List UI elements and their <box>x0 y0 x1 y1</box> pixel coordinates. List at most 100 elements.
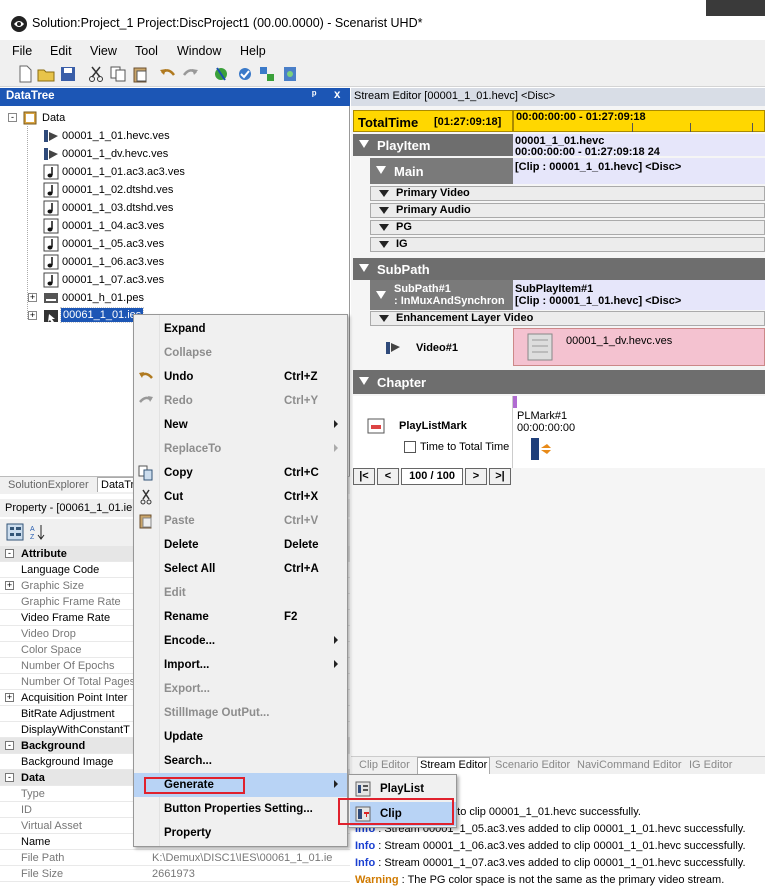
collapse-arrow-icon[interactable] <box>359 140 369 148</box>
tab-navicommand-editor[interactable]: NaviCommand Editor <box>577 759 682 771</box>
track-row[interactable]: Primary Video <box>370 186 765 201</box>
tree-item[interactable]: 00001_1_05.ac3.ves <box>43 235 203 253</box>
expand-icon[interactable]: + <box>28 311 37 320</box>
menu-tool[interactable]: Tool <box>135 44 158 58</box>
collapse-arrow-icon[interactable] <box>379 315 389 322</box>
submenu-item-playlist[interactable]: PlayList <box>350 777 456 801</box>
tree-item[interactable]: 00001_1_07.ac3.ves <box>43 271 203 289</box>
menu-window[interactable]: Window <box>177 44 221 58</box>
subplayitem[interactable]: SubPlayItem#1 [Clip : 00001_1_01.hevc] <… <box>513 280 765 310</box>
tab-scenario-editor[interactable]: Scenario Editor <box>495 759 570 771</box>
copy-icon[interactable] <box>109 65 127 83</box>
open-folder-icon[interactable] <box>37 65 55 83</box>
property-row[interactable]: File Size 2661973 <box>0 866 350 882</box>
menu-item-edit[interactable]: Edit <box>134 581 347 605</box>
format-icon[interactable] <box>281 65 299 83</box>
new-file-icon[interactable] <box>16 65 34 83</box>
tree-item[interactable]: 00001_1_01.hevc.ves <box>43 127 203 145</box>
menu-item-cut[interactable]: Cut Ctrl+X <box>134 485 347 509</box>
collapse-icon[interactable]: - <box>5 549 14 558</box>
mux-icon[interactable] <box>258 65 276 83</box>
tree-item[interactable]: 00001_1_06.ac3.ves <box>43 253 203 271</box>
menu-item-expand[interactable]: Expand <box>134 317 347 341</box>
dv-clip-block[interactable]: 00001_1_dv.hevc.ves <box>513 328 765 366</box>
collapse-arrow-icon[interactable] <box>359 264 369 272</box>
menu-help[interactable]: Help <box>240 44 266 58</box>
menu-item-search[interactable]: Search... <box>134 749 347 773</box>
menu-item-button-properties-setting[interactable]: Button Properties Setting... <box>134 797 347 821</box>
expand-icon[interactable]: + <box>5 693 14 702</box>
menu-item-undo[interactable]: Undo Ctrl+Z <box>134 365 347 389</box>
menu-item-generate[interactable]: Generate <box>134 773 347 797</box>
prev-page-button[interactable]: < <box>377 468 399 485</box>
collapse-icon[interactable]: - <box>8 113 17 122</box>
menu-item-new[interactable]: New <box>134 413 347 437</box>
menu-item-replaceto[interactable]: ReplaceTo <box>134 437 347 461</box>
tab-stream-editor[interactable]: Stream Editor <box>417 757 491 775</box>
track-row[interactable]: Primary Audio <box>370 203 765 218</box>
plmark-area[interactable]: PLMark#1 00:00:00:00 <box>513 396 765 468</box>
collapse-arrow-icon[interactable] <box>379 207 389 214</box>
chapter-header[interactable]: Chapter <box>353 370 765 394</box>
collapse-arrow-icon[interactable] <box>379 224 389 231</box>
tab-clip-editor[interactable]: Clip Editor <box>359 759 410 771</box>
undo-icon[interactable] <box>159 65 177 83</box>
tab-ig-editor[interactable]: IG Editor <box>689 759 732 771</box>
collapse-icon[interactable]: - <box>5 741 14 750</box>
submenu-item-clip[interactable]: Clip <box>350 802 456 826</box>
property-row[interactable]: File Path K:\Demux\DISC1\IES\00061_1_01.i… <box>0 850 350 866</box>
tree-item[interactable]: 00001_1_01.ac3.ac3.ves <box>43 163 203 181</box>
collapse-arrow-icon[interactable] <box>359 377 369 385</box>
tree-root[interactable]: - Data <box>8 109 208 127</box>
close-icon[interactable]: x <box>334 89 340 101</box>
redo-icon[interactable] <box>181 65 199 83</box>
menu-item-copy[interactable]: Copy Ctrl+C <box>134 461 347 485</box>
build-icon[interactable] <box>212 65 230 83</box>
menu-item-redo[interactable]: Redo Ctrl+Y <box>134 389 347 413</box>
main-clip[interactable]: [Clip : 00001_1_01.hevc] <Disc> <box>513 158 765 184</box>
collapse-arrow-icon[interactable] <box>376 291 386 299</box>
menu-item-stillimage-output[interactable]: StillImage OutPut... <box>134 701 347 725</box>
tree-item[interactable]: 00001_1_02.dtshd.ves <box>43 181 203 199</box>
expand-icon[interactable]: + <box>28 293 37 302</box>
menu-item-import[interactable]: Import... <box>134 653 347 677</box>
sort-alpha-icon[interactable]: AZ <box>29 523 47 541</box>
collapse-arrow-icon[interactable] <box>379 241 389 248</box>
menu-item-paste[interactable]: Paste Ctrl+V <box>134 509 347 533</box>
menu-file[interactable]: File <box>12 44 32 58</box>
playitem-info[interactable]: 00001_1_01.hevc 00:00:00:00 - 01:27:09:1… <box>513 134 765 158</box>
pin-icon[interactable]: ᵖ <box>312 89 317 101</box>
menu-item-delete[interactable]: Delete Delete <box>134 533 347 557</box>
tree-item[interactable]: 00001_1_04.ac3.ves <box>43 217 203 235</box>
expand-icon[interactable]: + <box>5 581 14 590</box>
menu-item-encode[interactable]: Encode... <box>134 629 347 653</box>
next-page-button[interactable]: > <box>465 468 487 485</box>
track-row[interactable]: IG <box>370 237 765 252</box>
menu-item-collapse[interactable]: Collapse <box>134 341 347 365</box>
main-header[interactable]: Main <box>370 158 513 184</box>
subpath1-header[interactable]: SubPath#1 : InMuxAndSynchron <box>370 280 513 310</box>
tree-item[interactable]: 00001_1_dv.hevc.ves <box>43 145 203 163</box>
timeline-ruler[interactable]: 00:00:00:00 - 01:27:09:18 <box>513 110 765 132</box>
menu-item-rename[interactable]: Rename F2 <box>134 605 347 629</box>
playitem-header[interactable]: PlayItem <box>353 134 513 156</box>
menu-edit[interactable]: Edit <box>50 44 72 58</box>
menu-item-property[interactable]: Property <box>134 821 347 845</box>
first-page-button[interactable]: |< <box>353 468 375 485</box>
verify-icon[interactable] <box>236 65 254 83</box>
tree-item[interactable]: +00001_h_01.pes <box>28 289 203 307</box>
menu-item-export[interactable]: Export... <box>134 677 347 701</box>
collapse-arrow-icon[interactable] <box>379 190 389 197</box>
subpath-header[interactable]: SubPath <box>353 258 765 280</box>
categorized-icon[interactable] <box>6 523 24 541</box>
tree-item[interactable]: 00001_1_03.dtshd.ves <box>43 199 203 217</box>
cut-icon[interactable] <box>87 65 105 83</box>
save-icon[interactable] <box>59 65 77 83</box>
menu-view[interactable]: View <box>90 44 117 58</box>
menu-item-select-all[interactable]: Select All Ctrl+A <box>134 557 347 581</box>
menu-item-update[interactable]: Update <box>134 725 347 749</box>
tab-solution-explorer[interactable]: SolutionExplorer <box>8 479 89 491</box>
enhancement-layer-row[interactable]: Enhancement Layer Video <box>370 311 765 326</box>
paste-icon[interactable] <box>131 65 149 83</box>
track-row[interactable]: PG <box>370 220 765 235</box>
